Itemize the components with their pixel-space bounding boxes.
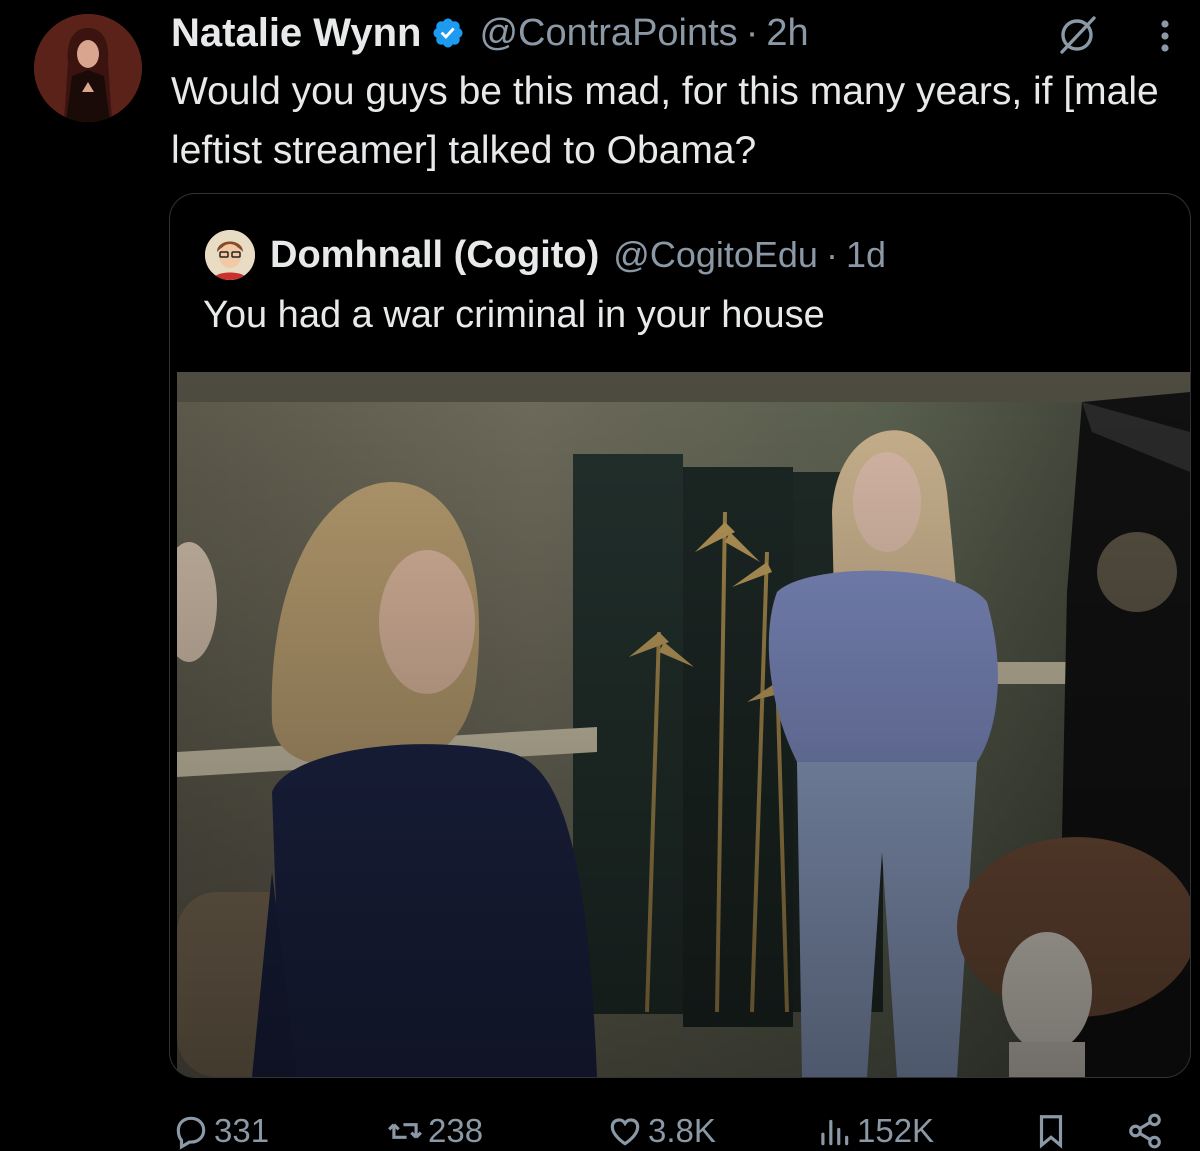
separator-dot: · bbox=[745, 11, 759, 54]
like-count: 3.8K bbox=[648, 1112, 716, 1149]
reply-button[interactable]: 331 bbox=[172, 1112, 269, 1150]
share-button[interactable] bbox=[1126, 1112, 1168, 1150]
views-button[interactable]: 152K bbox=[815, 1112, 934, 1150]
action-bar: 331 238 3.8K 152K bbox=[0, 1104, 1200, 1151]
bookmark-button[interactable] bbox=[1032, 1112, 1074, 1150]
author-name[interactable]: Natalie Wynn bbox=[171, 11, 421, 56]
heart-icon bbox=[610, 1118, 640, 1146]
reply-icon bbox=[176, 1116, 206, 1150]
like-button[interactable]: 3.8K bbox=[606, 1112, 716, 1150]
share-icon bbox=[1129, 1113, 1161, 1149]
quoted-tweet-header: Domhnall (Cogito) @CogitoEdu · 1d bbox=[270, 230, 886, 280]
quoted-tweet[interactable]: Domhnall (Cogito) @CogitoEdu · 1d You ha… bbox=[169, 193, 1191, 1078]
author-handle[interactable]: @ContraPoints bbox=[479, 12, 737, 55]
retweet-button[interactable]: 238 bbox=[386, 1112, 483, 1150]
retweet-count: 238 bbox=[428, 1112, 484, 1149]
grok-icon[interactable] bbox=[1056, 12, 1100, 56]
bookmark-icon bbox=[1039, 1115, 1063, 1149]
quoted-author-name[interactable]: Domhnall (Cogito) bbox=[270, 234, 599, 277]
quoted-media-photo[interactable] bbox=[177, 372, 1190, 1077]
photo-scene bbox=[177, 372, 1190, 1077]
tweet-timestamp[interactable]: 2h bbox=[766, 12, 808, 55]
quoted-tweet-text: You had a war criminal in your house bbox=[203, 294, 825, 336]
reply-count: 331 bbox=[214, 1112, 270, 1149]
retweet-icon bbox=[388, 1123, 422, 1139]
views-count: 152K bbox=[857, 1112, 935, 1149]
views-chart-icon bbox=[821, 1119, 849, 1146]
separator-dot: · bbox=[825, 234, 838, 275]
verified-badge-icon bbox=[433, 18, 463, 48]
tweet-text: Would you guys be this mad, for this man… bbox=[171, 70, 1159, 172]
more-options-icon[interactable] bbox=[1152, 14, 1178, 58]
author-avatar[interactable] bbox=[34, 14, 142, 122]
quoted-author-handle[interactable]: @CogitoEdu bbox=[613, 234, 818, 276]
quoted-timestamp[interactable]: 1d bbox=[846, 234, 886, 276]
quoted-author-avatar[interactable] bbox=[205, 230, 255, 280]
avatar-image bbox=[34, 14, 142, 122]
tweet-header: Natalie Wynn @ContraPoints · 2h bbox=[171, 10, 809, 56]
quoted-avatar-image bbox=[205, 230, 255, 280]
